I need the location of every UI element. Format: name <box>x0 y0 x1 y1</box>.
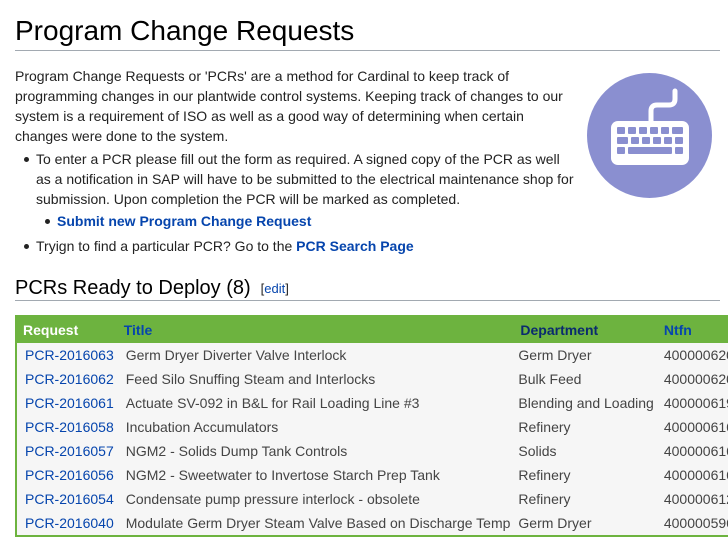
department-cell: Germ Dryer <box>518 515 592 531</box>
table-row: PCR-2016056 NGM2 - Sweetwater to Inverto… <box>16 463 728 487</box>
title-cell: Incubation Accumulators <box>125 419 279 435</box>
section-title: PCRs Ready to Deploy (8) [edit] <box>15 276 289 301</box>
ntfn-cell: 400000616623 <box>663 419 728 435</box>
instructions-list: To enter a PCR please fill out the form … <box>15 149 575 256</box>
ntfn-cell: 400000619470 <box>663 395 728 411</box>
table-row: PCR-2016061 Actuate SV-092 in B&L for Ra… <box>16 391 728 415</box>
request-link[interactable]: PCR-2016040 <box>25 515 114 531</box>
search-hint-text: Tryign to find a particular PCR? Go to t… <box>36 238 297 254</box>
page-title: Program Change Requests <box>15 15 355 46</box>
department-cell: Germ Dryer <box>518 347 592 363</box>
department-cell: Blending and Loading <box>518 395 654 411</box>
department-cell: Solids <box>518 443 557 459</box>
sub-list: Submit new Program Change Request <box>36 211 575 231</box>
table-row: PCR-2016063 Germ Dryer Diverter Valve In… <box>16 343 728 367</box>
request-link[interactable]: PCR-2016061 <box>25 395 114 411</box>
list-item: Tryign to find a particular PCR? Go to t… <box>15 236 575 256</box>
title-cell: NGM2 - Sweetwater to Invertose Starch Pr… <box>125 467 440 483</box>
title-cell: Feed Silo Snuffing Steam and Interlocks <box>125 371 376 387</box>
list-item: To enter a PCR please fill out the form … <box>15 149 575 231</box>
table-row: PCR-2016058 Incubation Accumulators Refi… <box>16 415 728 439</box>
department-cell: Refinery <box>518 467 571 483</box>
request-link[interactable]: PCR-2016054 <box>25 491 114 507</box>
table-row: PCR-2016062 Feed Silo Snuffing Steam and… <box>16 367 728 391</box>
column-header-ntfn[interactable]: Ntfn <box>657 316 728 343</box>
title-divider <box>15 50 720 51</box>
request-link[interactable]: PCR-2016057 <box>25 443 114 459</box>
table-body: PCR-2016063 Germ Dryer Diverter Valve In… <box>16 343 728 536</box>
title-cell: Condensate pump pressure interlock - obs… <box>125 491 420 507</box>
table-row: PCR-2016057 NGM2 - Solids Dump Tank Cont… <box>16 439 728 463</box>
title-cell: Germ Dryer Diverter Valve Interlock <box>125 347 347 363</box>
ntfn-cell: 400000620578 <box>663 371 728 387</box>
table-header-row: Request Title Department Ntfn <box>16 316 728 343</box>
pcr-search-link[interactable]: PCR Search Page <box>296 238 414 254</box>
request-link[interactable]: PCR-2016056 <box>25 467 114 483</box>
edit-link[interactable]: edit <box>264 281 285 296</box>
pcr-table: Request Title Department Ntfn PCR-201606… <box>15 315 728 537</box>
list-item: Submit new Program Change Request <box>36 211 575 231</box>
column-header-department[interactable]: Department <box>514 316 658 343</box>
title-cell: Modulate Germ Dryer Steam Valve Based on… <box>125 515 511 531</box>
table-row: PCR-2016054 Condensate pump pressure int… <box>16 487 728 511</box>
submit-pcr-link[interactable]: Submit new Program Change Request <box>57 213 311 229</box>
intro-paragraph: Program Change Requests or 'PCRs' are a … <box>15 68 563 144</box>
department-cell: Refinery <box>518 419 571 435</box>
request-link[interactable]: PCR-2016062 <box>25 371 114 387</box>
title-cell: NGM2 - Solids Dump Tank Controls <box>125 443 348 459</box>
keyboard-icon <box>587 73 712 198</box>
column-header-title[interactable]: Title <box>117 316 515 343</box>
department-cell: Refinery <box>518 491 571 507</box>
table-row: PCR-2016040 Modulate Germ Dryer Steam Va… <box>16 511 728 536</box>
request-link[interactable]: PCR-2016058 <box>25 419 114 435</box>
title-cell: Actuate SV-092 in B&L for Rail Loading L… <box>125 395 420 411</box>
section-heading-text: PCRs Ready to Deploy (8) <box>15 277 251 299</box>
ntfn-cell: 400000616739 <box>663 467 728 483</box>
instruction-text: To enter a PCR please fill out the form … <box>36 151 574 207</box>
ntfn-cell: 400000620711 <box>663 347 728 363</box>
ntfn-cell: 400000612713 <box>663 491 728 507</box>
ntfn-cell: 400000616737 <box>663 443 728 459</box>
edit-section: [edit] <box>260 281 289 296</box>
request-link[interactable]: PCR-2016063 <box>25 347 114 363</box>
department-cell: Bulk Feed <box>518 371 582 387</box>
ntfn-cell: 400000596494 <box>663 515 728 531</box>
section-divider <box>15 300 720 301</box>
column-header-request[interactable]: Request <box>16 316 118 343</box>
